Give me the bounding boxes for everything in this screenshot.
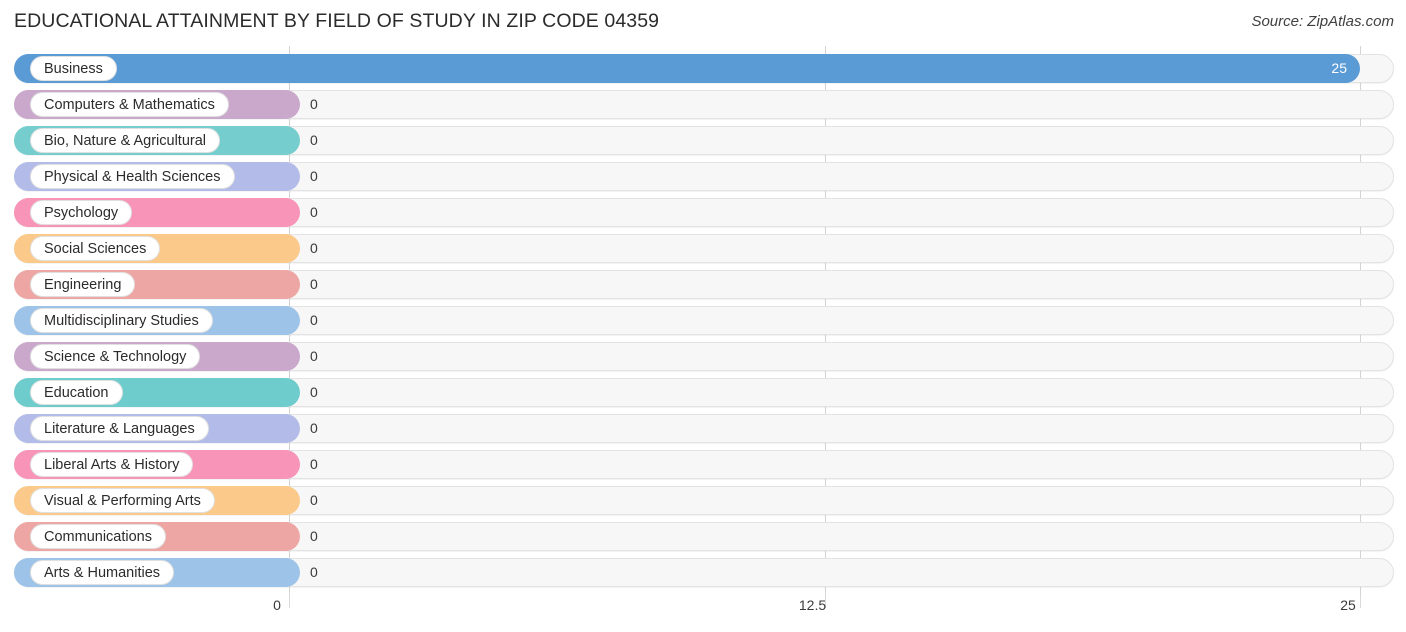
bar-row[interactable]: 0 Education	[14, 378, 1394, 407]
axis-tick-mark	[1360, 595, 1361, 608]
category-label: Education	[30, 380, 123, 405]
bar-row[interactable]: 0 Liberal Arts & History	[14, 450, 1394, 479]
bar-row[interactable]: 0 Science & Technology	[14, 342, 1394, 371]
bar-value-label: 0	[310, 132, 318, 148]
category-label: Business	[30, 56, 117, 81]
bar-value-label: 0	[310, 528, 318, 544]
category-label: Physical & Health Sciences	[30, 164, 235, 189]
bar-chart-plot-area: 25 Business 0 Computers & Mathematics 0 Bio, …	[0, 46, 1406, 595]
bar-value-label: 0	[310, 312, 318, 328]
bar-value-label: 0	[310, 96, 318, 112]
bar-row[interactable]: 0 Communications	[14, 522, 1394, 551]
axis-tick-label: 12.5	[798, 597, 827, 613]
bar-row[interactable]: 0 Social Sciences	[14, 234, 1394, 263]
bar-row[interactable]: 0 Computers & Mathematics	[14, 90, 1394, 119]
axis-tick-mark	[289, 595, 290, 608]
bar-value-label: 0	[310, 204, 318, 220]
category-label: Communications	[30, 524, 166, 549]
bar-value-label: 0	[310, 420, 318, 436]
bar-row[interactable]: 0 Arts & Humanities	[14, 558, 1394, 587]
bar-row[interactable]: 0 Physical & Health Sciences	[14, 162, 1394, 191]
category-label: Computers & Mathematics	[30, 92, 229, 117]
category-label: Visual & Performing Arts	[30, 488, 215, 513]
bar-value-label: 0	[310, 240, 318, 256]
category-label: Social Sciences	[30, 236, 161, 261]
category-label: Arts & Humanities	[30, 560, 175, 585]
bar-row[interactable]: 0 Literature & Languages	[14, 414, 1394, 443]
category-label: Bio, Nature & Agricultural	[30, 128, 220, 153]
bar-row[interactable]: 0 Bio, Nature & Agricultural	[14, 126, 1394, 155]
bar-value-label: 0	[310, 492, 318, 508]
axis-tick-label: 0	[273, 597, 281, 613]
category-label: Engineering	[30, 272, 136, 297]
bar-row[interactable]: 0 Engineering	[14, 270, 1394, 299]
page-title: EDUCATIONAL ATTAINMENT BY FIELD OF STUDY…	[14, 10, 660, 32]
bar-row[interactable]: 0 Psychology	[14, 198, 1394, 227]
bar-value-label: 0	[310, 456, 318, 472]
category-label: Liberal Arts & History	[30, 452, 194, 477]
bar-value-label: 0	[310, 168, 318, 184]
category-label: Psychology	[30, 200, 133, 225]
category-label: Science & Technology	[30, 344, 201, 369]
bar-value-label: 25	[1331, 60, 1347, 76]
x-axis: 0 12.5 25	[0, 595, 1406, 632]
bar[interactable]: 25	[14, 54, 1360, 83]
bar-value-label: 0	[310, 348, 318, 364]
bar-row[interactable]: 0 Multidisciplinary Studies	[14, 306, 1394, 335]
bar-value-label: 0	[310, 276, 318, 292]
category-label: Multidisciplinary Studies	[30, 308, 213, 333]
source-attribution: Source: ZipAtlas.com	[1251, 13, 1394, 30]
axis-tick-label: 25	[1340, 597, 1356, 613]
bar-row[interactable]: 0 Visual & Performing Arts	[14, 486, 1394, 515]
category-label: Literature & Languages	[30, 416, 209, 441]
bar-value-label: 0	[310, 384, 318, 400]
bar-row[interactable]: 25 Business	[14, 54, 1394, 83]
chart-header: EDUCATIONAL ATTAINMENT BY FIELD OF STUDY…	[0, 0, 1406, 46]
bar-value-label: 0	[310, 564, 318, 580]
